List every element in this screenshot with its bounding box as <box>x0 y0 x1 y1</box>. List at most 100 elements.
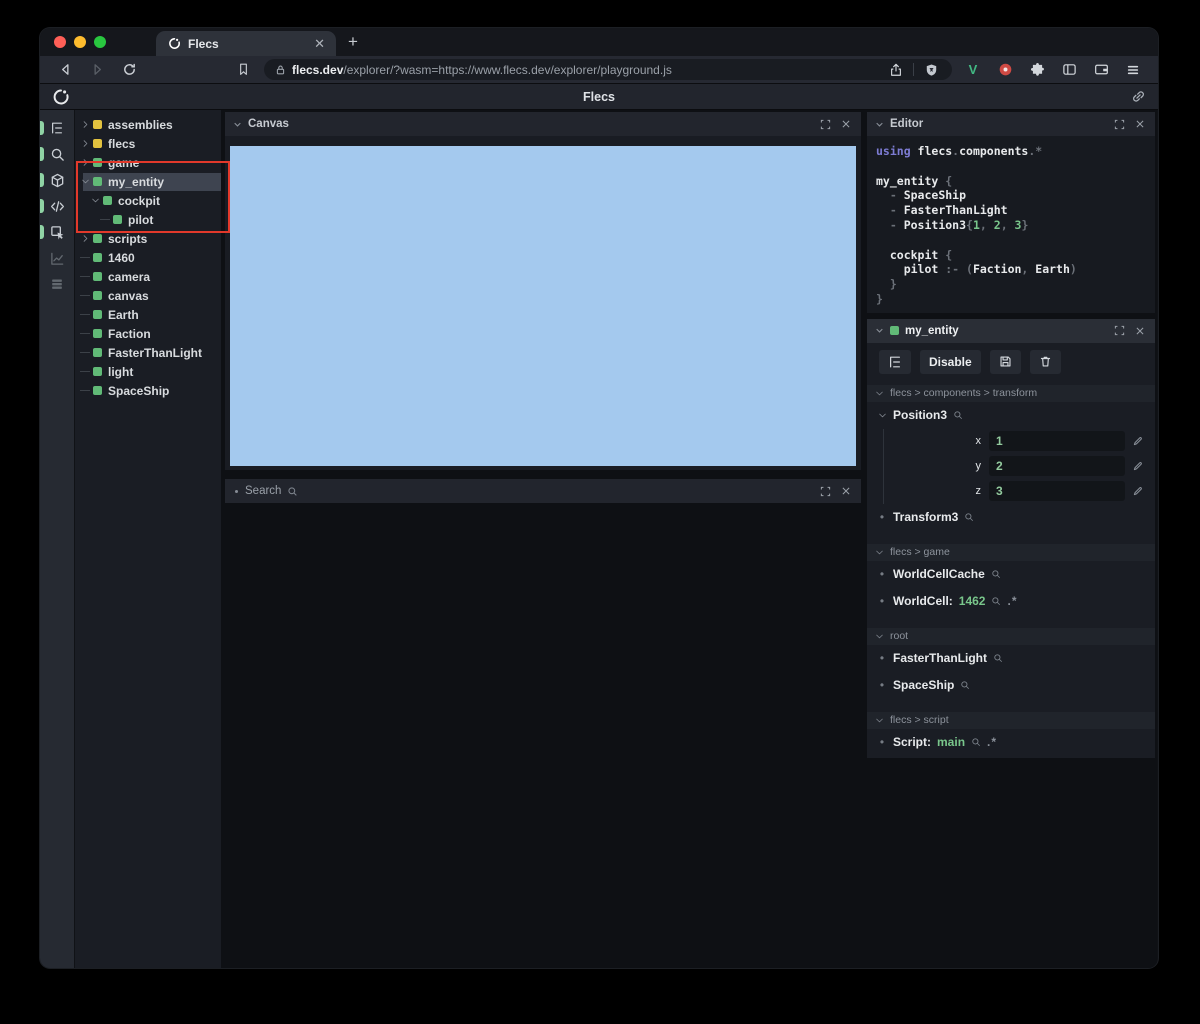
inspector-section-header[interactable]: flecs > game <box>867 543 1155 561</box>
tree-item-light[interactable]: light <box>75 362 221 381</box>
browser-tab[interactable]: Flecs ✕ <box>156 31 336 56</box>
tree-item-flecs[interactable]: flecs <box>75 134 221 153</box>
tree-guide-line <box>80 314 91 315</box>
inspector-section: flecs > components > transform Position3 x… <box>867 384 1155 531</box>
url-bar[interactable]: flecs.dev/explorer/?wasm=https://www.fle… <box>264 59 952 80</box>
tree-item-my_entity[interactable]: my_entity <box>75 172 221 191</box>
query-magnifier-icon[interactable] <box>971 737 981 747</box>
sidebar-chart-icon[interactable] <box>40 245 74 271</box>
tree-item-game[interactable]: game <box>75 153 221 172</box>
tree-item-camera[interactable]: camera <box>75 267 221 286</box>
tree-item-Earth[interactable]: Earth <box>75 305 221 324</box>
query-magnifier-icon[interactable] <box>993 653 1003 663</box>
sidebar-outliner-icon[interactable] <box>40 115 74 141</box>
component-row-Script[interactable]: • Script: main .* <box>867 729 1155 756</box>
sidebar-search-icon[interactable] <box>40 141 74 167</box>
regex-icon[interactable]: .* <box>987 735 997 749</box>
panel-bullet-icon[interactable] <box>233 489 239 493</box>
disable-button[interactable]: Disable <box>920 349 981 374</box>
field-input-x[interactable]: 1 <box>989 431 1125 452</box>
query-magnifier-icon[interactable] <box>960 680 970 690</box>
bullet-icon: • <box>879 567 885 582</box>
vue-devtools-icon[interactable]: V <box>962 60 984 80</box>
inspector-section-header[interactable]: flecs > script <box>867 711 1155 729</box>
inspector-section: flecs > script • Script: main .* <box>867 711 1155 756</box>
new-tab-button[interactable]: + <box>336 28 370 56</box>
tree-item-canvas[interactable]: canvas <box>75 286 221 305</box>
save-button[interactable] <box>989 349 1021 374</box>
chevron-down-icon[interactable] <box>80 177 91 186</box>
collapse-chevron-icon[interactable] <box>875 326 884 335</box>
tree-item-assemblies[interactable]: assemblies <box>75 115 221 134</box>
minimize-window-button[interactable] <box>74 36 86 48</box>
brave-shield-icon[interactable] <box>920 60 942 80</box>
expand-panel-icon[interactable] <box>818 119 833 130</box>
chevron-down-icon[interactable] <box>90 196 101 205</box>
tree-item-cockpit[interactable]: cockpit <box>75 191 221 210</box>
bookmark-icon[interactable] <box>232 60 254 80</box>
close-panel-icon[interactable] <box>1133 119 1147 129</box>
query-magnifier-icon[interactable] <box>991 569 1001 579</box>
tree-item-SpaceShip[interactable]: SpaceShip <box>75 381 221 400</box>
tree-item-1460[interactable]: 1460 <box>75 248 221 267</box>
component-row-Transform3[interactable]: • Transform3 <box>867 504 1155 531</box>
forward-icon[interactable] <box>86 60 108 80</box>
reload-icon[interactable] <box>118 60 140 80</box>
edit-pencil-icon[interactable] <box>1128 460 1148 472</box>
section-path: flecs > components > transform <box>890 387 1038 400</box>
sidebar-code-icon[interactable] <box>40 193 74 219</box>
expand-panel-icon[interactable] <box>1112 119 1127 130</box>
menu-icon[interactable] <box>1122 60 1144 80</box>
chevron-right-icon[interactable] <box>80 234 91 243</box>
share-link-icon[interactable] <box>1131 89 1146 104</box>
component-fields: x1y2z3 <box>883 428 1155 504</box>
collapse-chevron-icon[interactable] <box>875 120 884 129</box>
zoom-window-button[interactable] <box>94 36 106 48</box>
tree-item-scripts[interactable]: scripts <box>75 229 221 248</box>
chevron-right-icon[interactable] <box>80 139 91 148</box>
component-row-Position3[interactable]: Position3 <box>867 402 1155 429</box>
back-icon[interactable] <box>54 60 76 80</box>
field-input-y[interactable]: 2 <box>989 456 1125 477</box>
query-magnifier-icon[interactable] <box>991 596 1001 606</box>
expand-panel-icon[interactable] <box>818 486 833 497</box>
blocker-extension-icon[interactable] <box>994 60 1016 80</box>
sidebar-inspector-icon[interactable] <box>40 219 74 245</box>
component-row-WorldCellCache[interactable]: • WorldCellCache <box>867 561 1155 588</box>
inspector-section-header[interactable]: root <box>867 627 1155 645</box>
code-editor[interactable]: using flecs.components.* my_entity { - S… <box>867 136 1155 313</box>
query-button[interactable] <box>879 349 911 374</box>
collapse-chevron-icon[interactable] <box>233 120 242 129</box>
delete-button[interactable] <box>1029 349 1061 374</box>
close-panel-icon[interactable] <box>839 486 853 496</box>
component-row-FasterThanLight[interactable]: • FasterThanLight <box>867 645 1155 672</box>
sidebar-rows-icon[interactable] <box>40 271 74 297</box>
component-row-WorldCell[interactable]: • WorldCell: 1462 .* <box>867 588 1155 615</box>
sidebar-cube-icon[interactable] <box>40 167 74 193</box>
chevron-right-icon[interactable] <box>80 158 91 167</box>
edit-pencil-icon[interactable] <box>1128 485 1148 497</box>
extensions-puzzle-icon[interactable] <box>1026 60 1048 80</box>
field-input-z[interactable]: 3 <box>989 481 1125 502</box>
wallet-icon[interactable] <box>1090 60 1112 80</box>
edit-pencil-icon[interactable] <box>1128 435 1148 447</box>
3d-canvas-viewport[interactable] <box>230 146 856 466</box>
query-magnifier-icon[interactable] <box>953 410 963 420</box>
regex-icon[interactable]: .* <box>1007 594 1017 608</box>
share-icon[interactable] <box>885 60 907 80</box>
close-panel-icon[interactable] <box>1133 326 1147 336</box>
chevron-down-icon[interactable] <box>877 411 887 420</box>
expand-panel-icon[interactable] <box>1112 325 1127 336</box>
tree-item-pilot[interactable]: pilot <box>75 210 221 229</box>
close-panel-icon[interactable] <box>839 119 853 129</box>
component-name: Position3 <box>893 408 948 423</box>
close-window-button[interactable] <box>54 36 66 48</box>
chevron-right-icon[interactable] <box>80 120 91 129</box>
tab-close-icon[interactable]: ✕ <box>311 35 328 52</box>
sidebar-toggle-icon[interactable] <box>1058 60 1080 80</box>
tree-item-Faction[interactable]: Faction <box>75 324 221 343</box>
query-magnifier-icon[interactable] <box>964 512 974 522</box>
inspector-section-header[interactable]: flecs > components > transform <box>867 384 1155 402</box>
component-row-SpaceShip[interactable]: • SpaceShip <box>867 672 1155 699</box>
tree-item-FasterThanLight[interactable]: FasterThanLight <box>75 343 221 362</box>
